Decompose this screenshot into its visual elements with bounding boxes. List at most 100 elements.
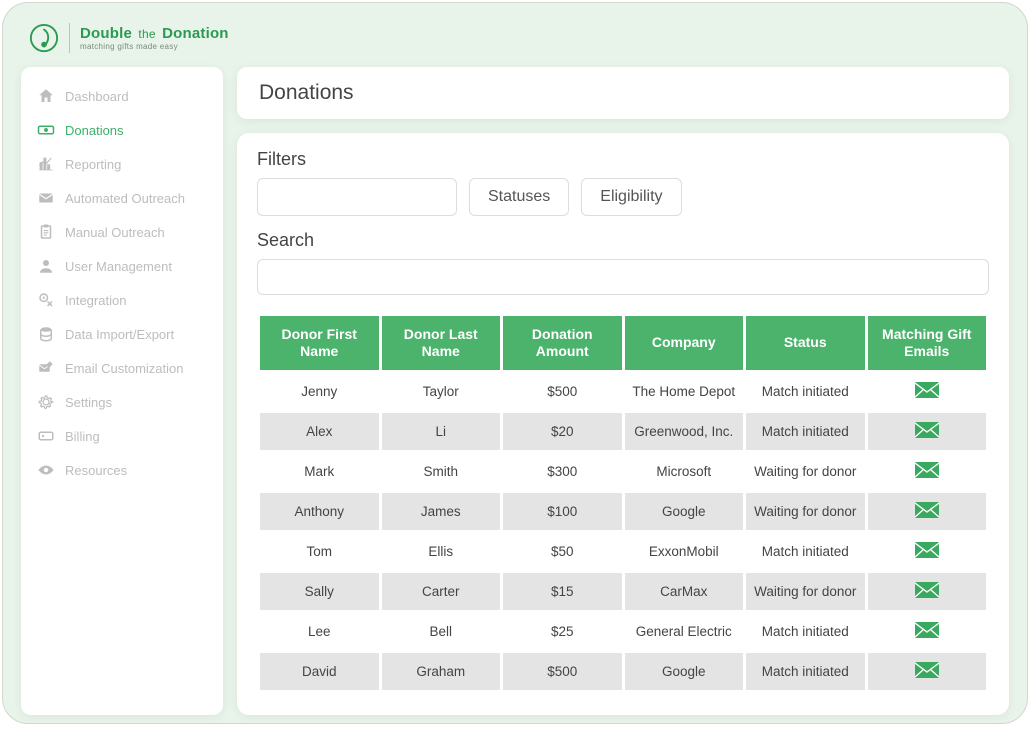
home-icon — [37, 87, 55, 105]
filters-heading: Filters — [257, 149, 989, 170]
brand-logo-icon — [29, 23, 59, 53]
sidebar-item-label: Email Customization — [65, 361, 184, 376]
cell-amount: $15 — [503, 573, 622, 610]
brand-separator — [69, 23, 70, 53]
mail-icon[interactable] — [915, 422, 939, 438]
sidebar-item-email-customization[interactable]: Email Customization — [29, 351, 215, 385]
sidebar-item-label: Reporting — [65, 157, 121, 172]
sidebar-item-billing[interactable]: Billing — [29, 419, 215, 453]
cell-first: Mark — [260, 453, 379, 490]
table-row: TomEllis$50ExxonMobilMatch initiated — [260, 533, 986, 570]
mail-icon[interactable] — [915, 582, 939, 598]
sidebar-item-reporting[interactable]: Reporting — [29, 147, 215, 181]
sidebar-item-resources[interactable]: Resources — [29, 453, 215, 487]
cell-status: Match initiated — [746, 653, 865, 690]
cell-first: Alex — [260, 413, 379, 450]
cell-first: Jenny — [260, 373, 379, 410]
sidebar-item-settings[interactable]: Settings — [29, 385, 215, 419]
cell-company: The Home Depot — [625, 373, 744, 410]
cell-company: Microsoft — [625, 453, 744, 490]
cell-company: CarMax — [625, 573, 744, 610]
cell-last: James — [382, 493, 501, 530]
mail-icon[interactable] — [915, 382, 939, 398]
cell-amount: $300 — [503, 453, 622, 490]
col-amount: Donation Amount — [503, 316, 622, 370]
filter-date-input[interactable] — [257, 178, 457, 216]
sidebar-item-label: Manual Outreach — [65, 225, 165, 240]
page-title-card: Donations — [237, 67, 1009, 119]
sidebar-item-label: Donations — [65, 123, 124, 138]
cell-first: Lee — [260, 613, 379, 650]
brand-header: Double the Donation matching gifts made … — [21, 23, 1009, 53]
sidebar-item-donations[interactable]: Donations — [29, 113, 215, 147]
database-icon — [37, 325, 55, 343]
table-row: AlexLi$20Greenwood, Inc.Match initiated — [260, 413, 986, 450]
sidebar-item-manual-outreach[interactable]: Manual Outreach — [29, 215, 215, 249]
sidebar-item-user-management[interactable]: User Management — [29, 249, 215, 283]
eligibility-button[interactable]: Eligibility — [581, 178, 681, 216]
table-header-row: Donor First Name Donor Last Name Donatio… — [260, 316, 986, 370]
table-row: DavidGraham$500GoogleMatch initiated — [260, 653, 986, 690]
gear-link-icon — [37, 291, 55, 309]
sidebar-item-label: Automated Outreach — [65, 191, 185, 206]
cell-last: Graham — [382, 653, 501, 690]
cell-amount: $500 — [503, 653, 622, 690]
sidebar-item-automated-outreach[interactable]: Automated Outreach — [29, 181, 215, 215]
eye-icon — [37, 461, 55, 479]
mail-icon[interactable] — [915, 662, 939, 678]
cell-status: Match initiated — [746, 613, 865, 650]
filters-row: Statuses Eligibility — [257, 178, 989, 216]
table-row: SallyCarter$15CarMaxWaiting for donor — [260, 573, 986, 610]
col-emails: Matching Gift Emails — [868, 316, 987, 370]
cell-emails — [868, 573, 987, 610]
mail-icon[interactable] — [915, 502, 939, 518]
col-company: Company — [625, 316, 744, 370]
sidebar-item-dashboard[interactable]: Dashboard — [29, 79, 215, 113]
envelope-icon — [37, 189, 55, 207]
cell-status: Waiting for donor — [746, 573, 865, 610]
cell-amount: $500 — [503, 373, 622, 410]
cell-emails — [868, 653, 987, 690]
gear-icon — [37, 393, 55, 411]
sidebar-item-label: Billing — [65, 429, 100, 444]
cell-amount: $100 — [503, 493, 622, 530]
sidebar-item-integration[interactable]: Integration — [29, 283, 215, 317]
app-window: Double the Donation matching gifts made … — [2, 2, 1028, 724]
brand-name: Double the Donation matching gifts made … — [80, 25, 229, 51]
cell-first: David — [260, 653, 379, 690]
sidebar-item-label: Dashboard — [65, 89, 129, 104]
cell-amount: $25 — [503, 613, 622, 650]
main-content: Donations Filters Statuses Eligibility S… — [237, 67, 1009, 715]
cell-company: Google — [625, 493, 744, 530]
statuses-button[interactable]: Statuses — [469, 178, 569, 216]
table-row: LeeBell$25General ElectricMatch initiate… — [260, 613, 986, 650]
cell-first: Anthony — [260, 493, 379, 530]
cell-status: Match initiated — [746, 413, 865, 450]
chart-icon — [37, 155, 55, 173]
mail-icon[interactable] — [915, 462, 939, 478]
cell-company: Greenwood, Inc. — [625, 413, 744, 450]
cell-last: Ellis — [382, 533, 501, 570]
mail-icon[interactable] — [915, 622, 939, 638]
cell-emails — [868, 453, 987, 490]
sidebar-item-data-import-export[interactable]: Data Import/Export — [29, 317, 215, 351]
table-row: JennyTaylor$500The Home DepotMatch initi… — [260, 373, 986, 410]
cell-last: Carter — [382, 573, 501, 610]
mail-icon[interactable] — [915, 542, 939, 558]
page-title: Donations — [259, 81, 354, 104]
table-row: AnthonyJames$100GoogleWaiting for donor — [260, 493, 986, 530]
cell-status: Match initiated — [746, 533, 865, 570]
mail-edit-icon — [37, 359, 55, 377]
user-icon — [37, 257, 55, 275]
cell-first: Tom — [260, 533, 379, 570]
col-first-name: Donor First Name — [260, 316, 379, 370]
cell-emails — [868, 493, 987, 530]
cell-company: Google — [625, 653, 744, 690]
cell-first: Sally — [260, 573, 379, 610]
donations-panel: Filters Statuses Eligibility Search Dono… — [237, 133, 1009, 715]
search-input[interactable] — [257, 259, 989, 295]
sidebar-item-label: User Management — [65, 259, 172, 274]
cell-status: Waiting for donor — [746, 493, 865, 530]
cell-emails — [868, 613, 987, 650]
cell-emails — [868, 373, 987, 410]
